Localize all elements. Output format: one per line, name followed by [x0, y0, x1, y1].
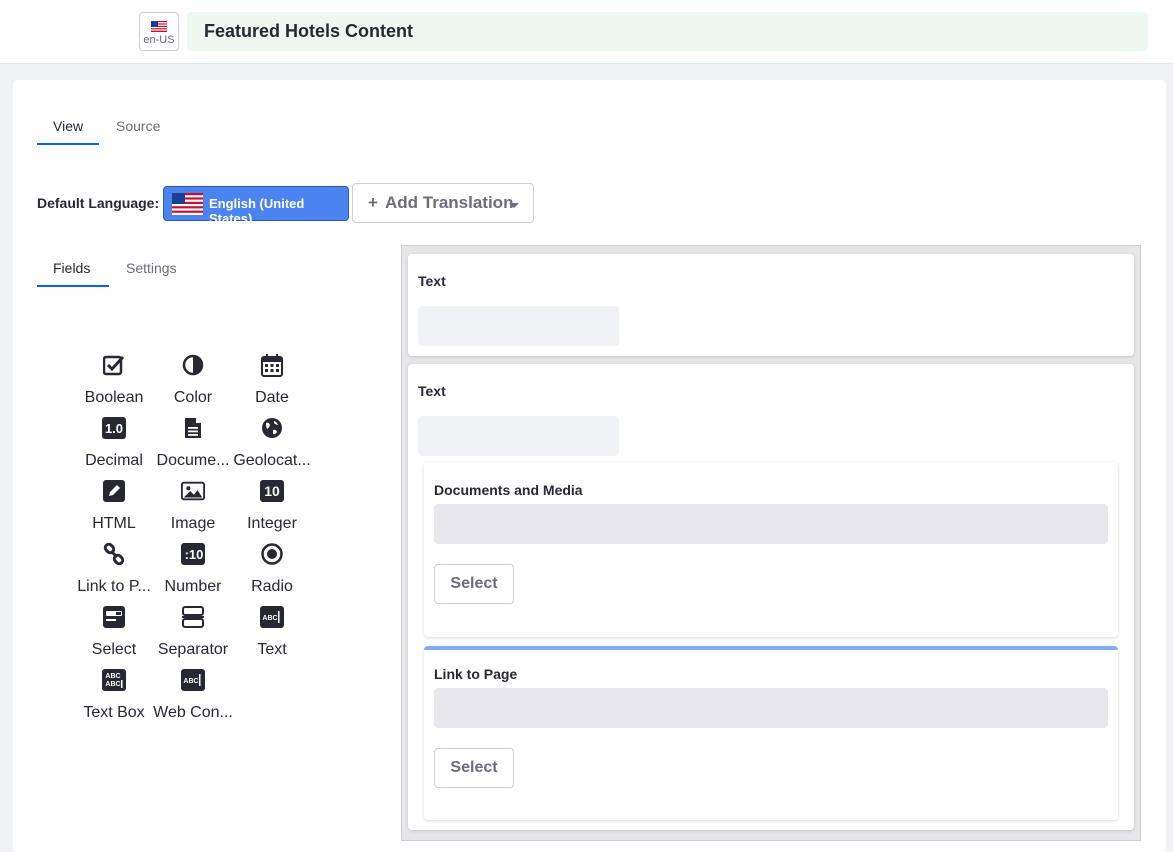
tab-settings[interactable]: Settings	[110, 259, 193, 287]
decimal-icon: 1.0	[102, 415, 126, 441]
default-language-label: Default Language:	[37, 195, 160, 211]
palette-item-text-box[interactable]: ABC ABC Text Box	[74, 667, 154, 727]
palette-item-integer[interactable]: 10 Integer	[232, 478, 312, 538]
default-language-name: English (United States)	[209, 196, 305, 226]
integer-icon: 10	[260, 478, 284, 504]
palette-item-image[interactable]: Image	[153, 478, 233, 538]
palette-item-date[interactable]: Date	[232, 352, 312, 412]
text-input[interactable]	[418, 416, 619, 456]
number-icon: :10	[181, 541, 205, 567]
palette-item-web-content[interactable]: ABC Web Con...	[153, 667, 233, 727]
webcontent-icon: ABC	[181, 667, 205, 693]
pencil-icon	[102, 478, 126, 504]
top-bar: en-US Featured Hotels Content	[0, 0, 1173, 64]
add-translation-button[interactable]: + Add Translation	[352, 183, 534, 223]
palette-item-decimal[interactable]: 1.0 Decimal	[74, 415, 154, 475]
color-icon	[181, 352, 205, 378]
locale-code: en-US	[143, 34, 175, 46]
documents-media-field-card[interactable]: Documents and Media Select	[424, 462, 1118, 637]
separator-icon	[181, 604, 205, 630]
us-flag-icon	[151, 21, 167, 32]
form-builder-canvas: Text Text Documents and Media Select Lin…	[401, 245, 1141, 841]
svg-text:ABC: ABC	[105, 681, 120, 688]
palette-item-separator[interactable]: Separator	[153, 604, 233, 664]
palette-item-geolocation[interactable]: Geolocat...	[232, 415, 312, 475]
document-icon	[181, 415, 205, 441]
globe-icon	[260, 415, 284, 441]
caret-down-icon	[509, 203, 519, 208]
palette-item-color[interactable]: Color	[153, 352, 233, 412]
tab-fields[interactable]: Fields	[37, 259, 109, 287]
palette-item-text[interactable]: ABC Text	[232, 604, 312, 664]
palette-item-html[interactable]: HTML	[74, 478, 154, 538]
radio-icon	[260, 541, 284, 567]
link-to-page-field-card[interactable]: Link to Page Select	[424, 646, 1118, 820]
palette-item-select[interactable]: Select	[74, 604, 154, 664]
calendar-icon	[260, 352, 284, 378]
palette-item-link-to-page[interactable]: Link to P...	[74, 541, 154, 601]
field-label: Text	[418, 383, 446, 399]
palette-item-radio[interactable]: Radio	[232, 541, 312, 601]
documents-select-button[interactable]: Select	[434, 564, 514, 604]
select-icon	[102, 604, 126, 630]
svg-text:ABC: ABC	[183, 678, 198, 685]
link-to-page-input[interactable]	[434, 688, 1108, 728]
text-field-card[interactable]: Text	[408, 254, 1134, 356]
palette-item-boolean[interactable]: Boolean	[74, 352, 154, 412]
field-label: Documents and Media	[434, 482, 583, 498]
plus-icon: +	[368, 193, 378, 212]
tab-view[interactable]: View	[37, 117, 100, 145]
page-title: Featured Hotels Content	[204, 21, 414, 41]
svg-text:10: 10	[264, 483, 280, 499]
svg-text:ABC: ABC	[105, 673, 120, 680]
text-icon: ABC	[260, 604, 284, 630]
link-select-button[interactable]: Select	[434, 748, 514, 788]
field-label: Link to Page	[434, 666, 518, 682]
checkbox-icon	[102, 352, 126, 378]
svg-text::10: :10	[185, 547, 204, 562]
svg-text:1.0: 1.0	[105, 421, 123, 436]
palette-item-documents[interactable]: Docume...	[153, 415, 233, 475]
palette-item-number[interactable]: :10 Number	[153, 541, 233, 601]
add-translation-label: Add Translation	[385, 193, 514, 212]
documents-media-input[interactable]	[434, 504, 1108, 544]
link-icon	[102, 541, 126, 567]
textbox-icon: ABC ABC	[102, 667, 126, 693]
svg-text:ABC: ABC	[262, 615, 277, 622]
locale-selector-button[interactable]: en-US	[139, 12, 179, 51]
text-input[interactable]	[418, 306, 619, 346]
text-field-card[interactable]: Text Documents and Media Select Link to …	[408, 364, 1134, 830]
default-language-button[interactable]: English (United States)	[163, 186, 349, 226]
image-icon	[181, 478, 205, 504]
tab-source[interactable]: Source	[100, 117, 176, 145]
us-flag-icon	[172, 193, 203, 215]
title-field[interactable]: Featured Hotels Content	[187, 12, 1148, 51]
field-label: Text	[418, 273, 446, 289]
